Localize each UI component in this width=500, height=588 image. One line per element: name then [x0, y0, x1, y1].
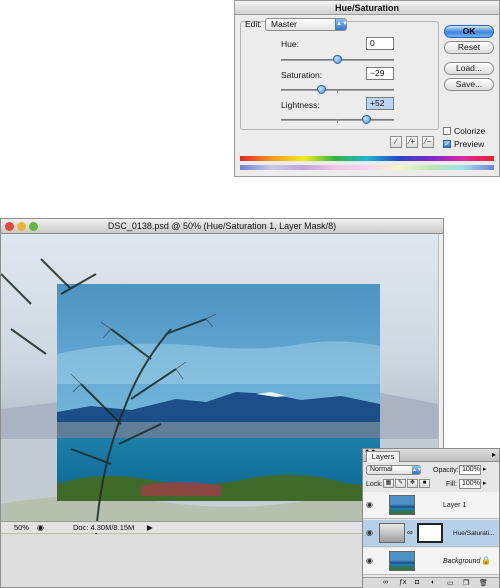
layer-row-hue-saturation[interactable]: ◉ ∞ Hue/Saturati...	[363, 520, 499, 547]
adjustment-group	[240, 21, 439, 130]
chevron-updown-icon: ▲▼	[412, 466, 422, 474]
trash-icon[interactable]: 🗑	[479, 579, 488, 587]
lock-label: Lock:	[366, 481, 383, 488]
preview-label: Preview	[454, 139, 485, 149]
hue-field[interactable]: 0	[366, 37, 394, 50]
layer-style-icon[interactable]: ƒx	[399, 579, 406, 586]
palette-menu-icon[interactable]: ▸	[492, 450, 496, 459]
layer-name: Layer 1	[443, 502, 467, 509]
eyedropper-icon[interactable]: ⁄	[390, 136, 402, 148]
edit-select-value: Master	[271, 19, 297, 29]
opacity-label: Opacity:	[433, 467, 459, 474]
new-layer-icon[interactable]: ❐	[463, 579, 469, 587]
lightness-label: Lightness:	[281, 100, 320, 110]
lock-all-icon[interactable]: ■	[419, 479, 430, 488]
reset-button[interactable]: Reset	[444, 41, 494, 54]
hue-label: Hue:	[281, 39, 299, 49]
link-layers-icon[interactable]: ∞	[383, 579, 388, 586]
lock-icon: 🔒	[481, 556, 491, 565]
layer-thumbnail	[389, 495, 415, 515]
layer-name: Background	[443, 558, 481, 565]
saturation-center-tick	[337, 89, 338, 93]
colorize-checkbox[interactable]	[443, 127, 451, 135]
close-window-button[interactable]	[5, 222, 14, 231]
eyedropper-plus-icon[interactable]: ⁄+	[406, 136, 418, 148]
input-color-spectrum	[240, 156, 494, 161]
layers-bottom-bar: ∞ ƒx ◘ ◐ ▭ ❐ 🗑	[363, 577, 499, 588]
layer-row-background[interactable]: ◉ Background 🔒	[363, 548, 499, 575]
visibility-eye-icon[interactable]: ◉	[365, 500, 374, 509]
save-button[interactable]: Save...	[444, 78, 494, 91]
layer-thumbnail	[389, 551, 415, 571]
dialog-titlebar[interactable]: Hue/Saturation	[235, 1, 499, 15]
layer-mask-thumbnail[interactable]	[417, 523, 443, 543]
link-chain-icon[interactable]: ∞	[407, 528, 413, 537]
doc-size-readout: Doc: 4.30M/8.15M	[73, 523, 135, 532]
lock-position-icon[interactable]: ✥	[407, 479, 418, 488]
output-color-spectrum	[240, 165, 494, 170]
opacity-slider-arrow-icon[interactable]: ▸	[483, 465, 487, 473]
adjustment-layer-icon	[379, 523, 405, 543]
layer-name: Hue/Saturati...	[453, 530, 495, 537]
document-titlebar[interactable]: DSC_0138.psd @ 50% (Hue/Saturation 1, La…	[1, 219, 443, 234]
saturation-field[interactable]: −29	[366, 67, 394, 80]
layers-palette: ● ● Layers ▸ Normal ▲▼ Opacity: 100% ▸ L…	[362, 448, 500, 588]
new-group-icon[interactable]: ▭	[447, 579, 454, 587]
opacity-field[interactable]: 100%	[459, 465, 481, 475]
status-info-icon[interactable]: ◉	[37, 522, 44, 533]
document-title: DSC_0138.psd @ 50% (Hue/Saturation 1, La…	[107, 221, 337, 231]
dialog-title: Hue/Saturation	[334, 3, 399, 13]
zoom-window-button[interactable]	[29, 222, 38, 231]
lightness-center-tick	[337, 119, 338, 123]
tab-layers[interactable]: Layers	[366, 451, 400, 462]
colorize-label: Colorize	[454, 126, 486, 136]
saturation-label: Saturation:	[281, 70, 323, 80]
preview-checkbox[interactable]: ✓	[443, 140, 451, 148]
saturation-slider-thumb[interactable]	[316, 85, 326, 94]
fill-slider-arrow-icon[interactable]: ▸	[483, 479, 487, 487]
lock-transparency-icon[interactable]: ▦	[383, 479, 394, 488]
layers-tab-row: ● ● Layers ▸	[363, 448, 499, 462]
blend-mode-value: Normal	[370, 466, 393, 473]
eyedropper-minus-icon[interactable]: ⁄−	[422, 136, 434, 148]
lightness-field[interactable]: +52	[366, 97, 394, 110]
chevron-updown-icon: ▲▼	[335, 19, 348, 30]
hue-saturation-dialog: Hue/Saturation Edit: Master ▲▼ Hue: 0 Sa…	[234, 0, 500, 177]
status-menu-arrow-icon[interactable]: ▶	[147, 522, 153, 533]
ok-button[interactable]: OK	[444, 25, 494, 38]
load-button[interactable]: Load...	[444, 62, 494, 75]
edit-select[interactable]: Master ▲▼	[265, 18, 348, 31]
fill-field[interactable]: 100%	[459, 479, 481, 489]
visibility-eye-icon[interactable]: ◉	[365, 528, 374, 537]
layer-row-layer-1[interactable]: ◉ Layer 1	[363, 492, 499, 519]
minimize-window-button[interactable]	[17, 222, 26, 231]
edit-label: Edit:	[245, 19, 263, 29]
visibility-eye-icon[interactable]: ◉	[365, 556, 374, 565]
adjustment-layer-button-icon[interactable]: ◐	[431, 579, 435, 586]
lock-pixels-icon[interactable]: ✎	[395, 479, 406, 488]
blend-mode-select[interactable]: Normal ▲▼	[366, 465, 422, 475]
add-mask-icon[interactable]: ◘	[415, 579, 419, 586]
zoom-readout[interactable]: 50%	[14, 522, 29, 533]
fill-label: Fill:	[446, 481, 457, 488]
